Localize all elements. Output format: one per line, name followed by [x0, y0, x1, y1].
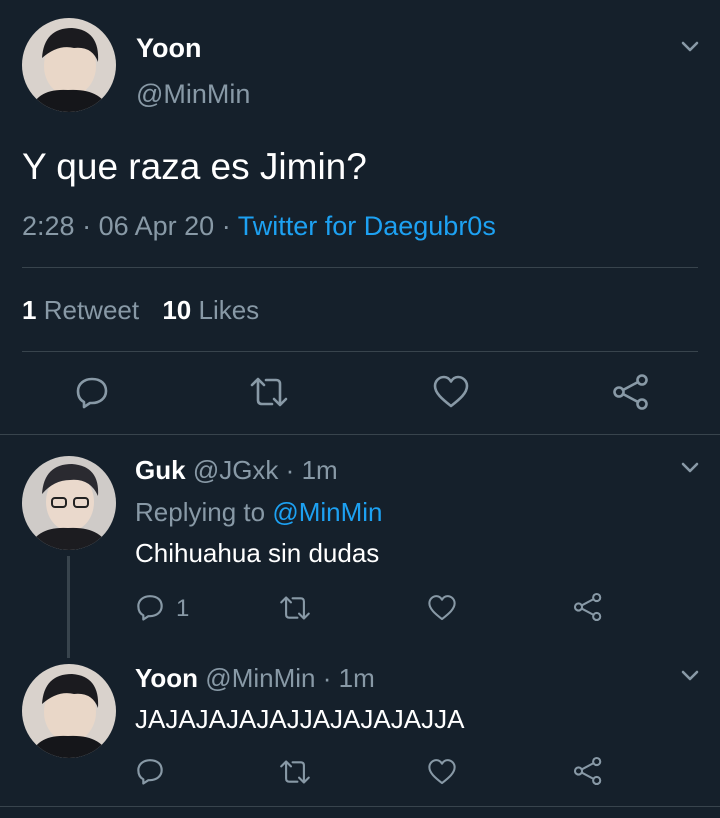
like-icon[interactable]	[432, 374, 470, 410]
meta-separator: ·	[322, 663, 332, 693]
main-display-name[interactable]: Yoon	[136, 33, 201, 64]
tweet-meta: 2:28 · 06 Apr 20 · Twitter for Daegubr0s	[22, 211, 496, 242]
reply-icon[interactable]	[135, 592, 165, 622]
like-icon[interactable]	[427, 757, 457, 787]
engagement-stats: 1 Retweet 10 Likes	[22, 295, 259, 326]
reply-icon[interactable]	[135, 756, 165, 786]
replying-to-label: Replying to	[135, 497, 266, 527]
main-handle[interactable]: @MinMin	[136, 79, 250, 110]
meta-separator: ·	[221, 211, 231, 241]
reply-time: 1m	[338, 663, 375, 693]
retweet-icon[interactable]	[248, 374, 290, 410]
chevron-down-icon[interactable]	[680, 40, 700, 54]
reply-text: JAJAJAJAJAJJAJAJAJAJJA	[135, 704, 465, 734]
retweet-count: 1	[22, 295, 37, 325]
replying-to: Replying to @MinMin	[135, 497, 383, 528]
reply-avatar[interactable]	[22, 664, 116, 758]
like-stat[interactable]: 10 Likes	[162, 295, 259, 325]
tweet-date: 06 Apr 20	[98, 211, 215, 241]
reply-icon[interactable]	[74, 374, 110, 410]
replying-to-handle[interactable]: @MinMin	[272, 497, 382, 527]
share-icon[interactable]	[573, 592, 603, 622]
reply-time: 1m	[301, 455, 338, 485]
reply-text: Chihuahua sin dudas	[135, 538, 380, 568]
like-icon[interactable]	[427, 593, 457, 623]
reply-handle[interactable]: @JGxk	[193, 455, 279, 485]
share-icon[interactable]	[612, 373, 650, 411]
main-tweet-text: Y que raza es Jimin?	[22, 146, 367, 187]
meta-separator: ·	[82, 211, 92, 241]
retweet-icon[interactable]	[278, 593, 312, 623]
reply-header: Yoon @MinMin · 1m	[135, 663, 375, 694]
divider	[22, 351, 698, 352]
chevron-down-icon[interactable]	[680, 461, 700, 475]
divider	[0, 806, 720, 807]
meta-separator: ·	[285, 455, 295, 485]
main-avatar[interactable]	[22, 18, 116, 112]
share-icon[interactable]	[573, 756, 603, 786]
divider	[0, 434, 720, 435]
divider	[22, 267, 698, 268]
retweet-icon[interactable]	[278, 757, 312, 787]
retweet-label: Retweet	[43, 295, 140, 325]
reply-header: Guk @JGxk · 1m	[135, 455, 338, 486]
like-count: 10	[162, 295, 192, 325]
reply-display-name[interactable]: Guk	[135, 455, 186, 485]
tweet-time: 2:28	[22, 211, 75, 241]
reply-avatar[interactable]	[22, 456, 116, 550]
thread-line	[67, 556, 70, 658]
reply-count: 1	[176, 595, 190, 622]
like-label: Likes	[198, 295, 260, 325]
retweet-stat[interactable]: 1 Retweet	[22, 295, 146, 325]
reply-display-name[interactable]: Yoon	[135, 663, 198, 693]
tweet-source-link[interactable]: Twitter for Daegubr0s	[238, 211, 496, 241]
chevron-down-icon[interactable]	[680, 669, 700, 683]
reply-handle[interactable]: @MinMin	[205, 663, 315, 693]
